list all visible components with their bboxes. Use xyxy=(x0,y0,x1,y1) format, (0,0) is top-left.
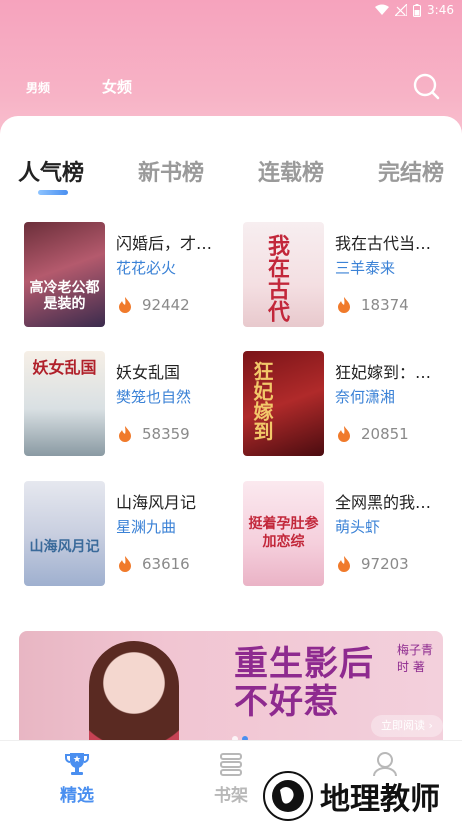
book-author[interactable]: 奈何潇湘 xyxy=(335,386,395,407)
book-popularity: 58359 xyxy=(116,425,190,443)
read-now-button[interactable]: 立即阅读 › xyxy=(371,715,443,737)
book-cover[interactable]: 我在古代 xyxy=(243,222,324,327)
book-title[interactable]: 闪婚后，才… xyxy=(116,230,212,254)
fire-icon xyxy=(119,297,131,313)
trophy-icon xyxy=(65,753,89,775)
battery-icon xyxy=(413,3,422,17)
nav-featured[interactable]: 精选 xyxy=(42,751,112,806)
book-item[interactable]: 我在古代 我在古代当… 三羊泰来 18374 xyxy=(243,222,453,328)
book-popularity: 97203 xyxy=(335,555,409,573)
fire-icon xyxy=(338,297,350,313)
signal-icon xyxy=(395,4,408,16)
watermark-text: 地理教师 xyxy=(320,782,440,817)
popularity-count: 63616 xyxy=(142,555,190,573)
nav-bookshelf-label: 书架 xyxy=(214,786,248,806)
book-author[interactable]: 萌头虾 xyxy=(335,516,380,537)
book-item[interactable]: 妖女乱国 妖女乱国 樊笼也自然 58359 xyxy=(24,351,234,457)
book-title[interactable]: 山海风月记 xyxy=(116,489,196,513)
book-item[interactable]: 挺着孕肚参加恋综 全网黑的我… 萌头虾 97203 xyxy=(243,481,453,587)
book-author[interactable]: 花花必火 xyxy=(116,257,176,278)
watermark: 地理教师 xyxy=(262,770,440,822)
book-popularity: 18374 xyxy=(335,296,409,314)
tab-popular[interactable]: 人气榜 xyxy=(18,155,138,187)
book-cover[interactable]: 高冷老公都是装的 xyxy=(24,222,105,327)
book-item[interactable]: 高冷老公都是装的 闪婚后，才… 花花必火 92442 xyxy=(24,222,234,328)
book-popularity: 92442 xyxy=(116,296,190,314)
popularity-count: 58359 xyxy=(142,425,190,443)
banner-title-line1: 重生影后 xyxy=(234,644,374,684)
book-item[interactable]: 狂妃嫁到 狂妃嫁到：… 奈何潇湘 20851 xyxy=(243,351,453,457)
channel-tabs: 男频 女频 xyxy=(26,76,132,97)
cover-title: 挺着孕肚参加恋综 xyxy=(248,516,319,550)
fire-icon xyxy=(119,426,131,442)
book-title[interactable]: 我在古代当… xyxy=(335,230,431,254)
cover-title: 妖女乱国 xyxy=(32,358,97,377)
promo-banner[interactable]: 重生影后 不好惹 梅子青时 著 立即阅读 › xyxy=(19,631,443,756)
status-time: 3:46 xyxy=(427,3,454,17)
tab-new[interactable]: 新书榜 xyxy=(138,155,258,187)
fire-icon xyxy=(338,556,350,572)
search-icon xyxy=(413,73,440,100)
book-cover[interactable]: 妖女乱国 xyxy=(24,351,105,456)
cover-title: 狂妃嫁到 xyxy=(250,361,274,441)
banner-title-line2: 不好惹 xyxy=(234,682,339,722)
search-button[interactable] xyxy=(412,72,440,100)
popularity-count: 18374 xyxy=(361,296,409,314)
book-cover[interactable]: 狂妃嫁到 xyxy=(243,351,324,456)
channel-tab-female[interactable]: 女频 xyxy=(102,76,132,97)
tab-serial[interactable]: 连载榜 xyxy=(258,155,378,187)
nav-bookshelf[interactable]: 书架 xyxy=(196,751,266,806)
bookshelf-icon xyxy=(220,753,242,776)
active-tab-indicator xyxy=(38,190,68,195)
book-title[interactable]: 全网黑的我… xyxy=(335,489,431,513)
book-title[interactable]: 狂妃嫁到：… xyxy=(335,359,431,383)
banner-title: 重生影后 不好惹 xyxy=(234,645,374,721)
tab-completed[interactable]: 完结榜 xyxy=(378,155,462,187)
book-title[interactable]: 妖女乱国 xyxy=(116,359,180,383)
book-cover[interactable]: 挺着孕肚参加恋综 xyxy=(243,481,324,586)
book-popularity: 63616 xyxy=(116,555,190,573)
book-popularity: 20851 xyxy=(335,425,409,443)
nav-featured-label: 精选 xyxy=(60,786,94,806)
channel-tab-male[interactable]: 男频 xyxy=(26,79,50,96)
popularity-count: 20851 xyxy=(361,425,409,443)
book-item[interactable]: 山海风月记 山海风月记 星渊九曲 63616 xyxy=(24,481,234,587)
fire-icon xyxy=(119,556,131,572)
popularity-count: 92442 xyxy=(142,296,190,314)
banner-illustration xyxy=(89,641,179,756)
book-author[interactable]: 樊笼也自然 xyxy=(116,386,191,407)
status-bar: 3:46 xyxy=(0,0,462,20)
cover-title: 高冷老公都是装的 xyxy=(29,280,100,312)
book-author[interactable]: 三羊泰来 xyxy=(335,257,395,278)
book-author[interactable]: 星渊九曲 xyxy=(116,516,176,537)
cover-title: 山海风月记 xyxy=(29,539,100,555)
rank-tabs: 人气榜 新书榜 连载榜 完结榜 xyxy=(18,155,462,187)
cover-title: 我在古代 xyxy=(264,234,290,322)
popularity-count: 97203 xyxy=(361,555,409,573)
wifi-icon xyxy=(375,4,390,16)
fire-icon xyxy=(338,426,350,442)
banner-author: 梅子青时 著 xyxy=(397,643,434,674)
book-cover[interactable]: 山海风月记 xyxy=(24,481,105,586)
globe-logo-icon xyxy=(263,771,313,821)
